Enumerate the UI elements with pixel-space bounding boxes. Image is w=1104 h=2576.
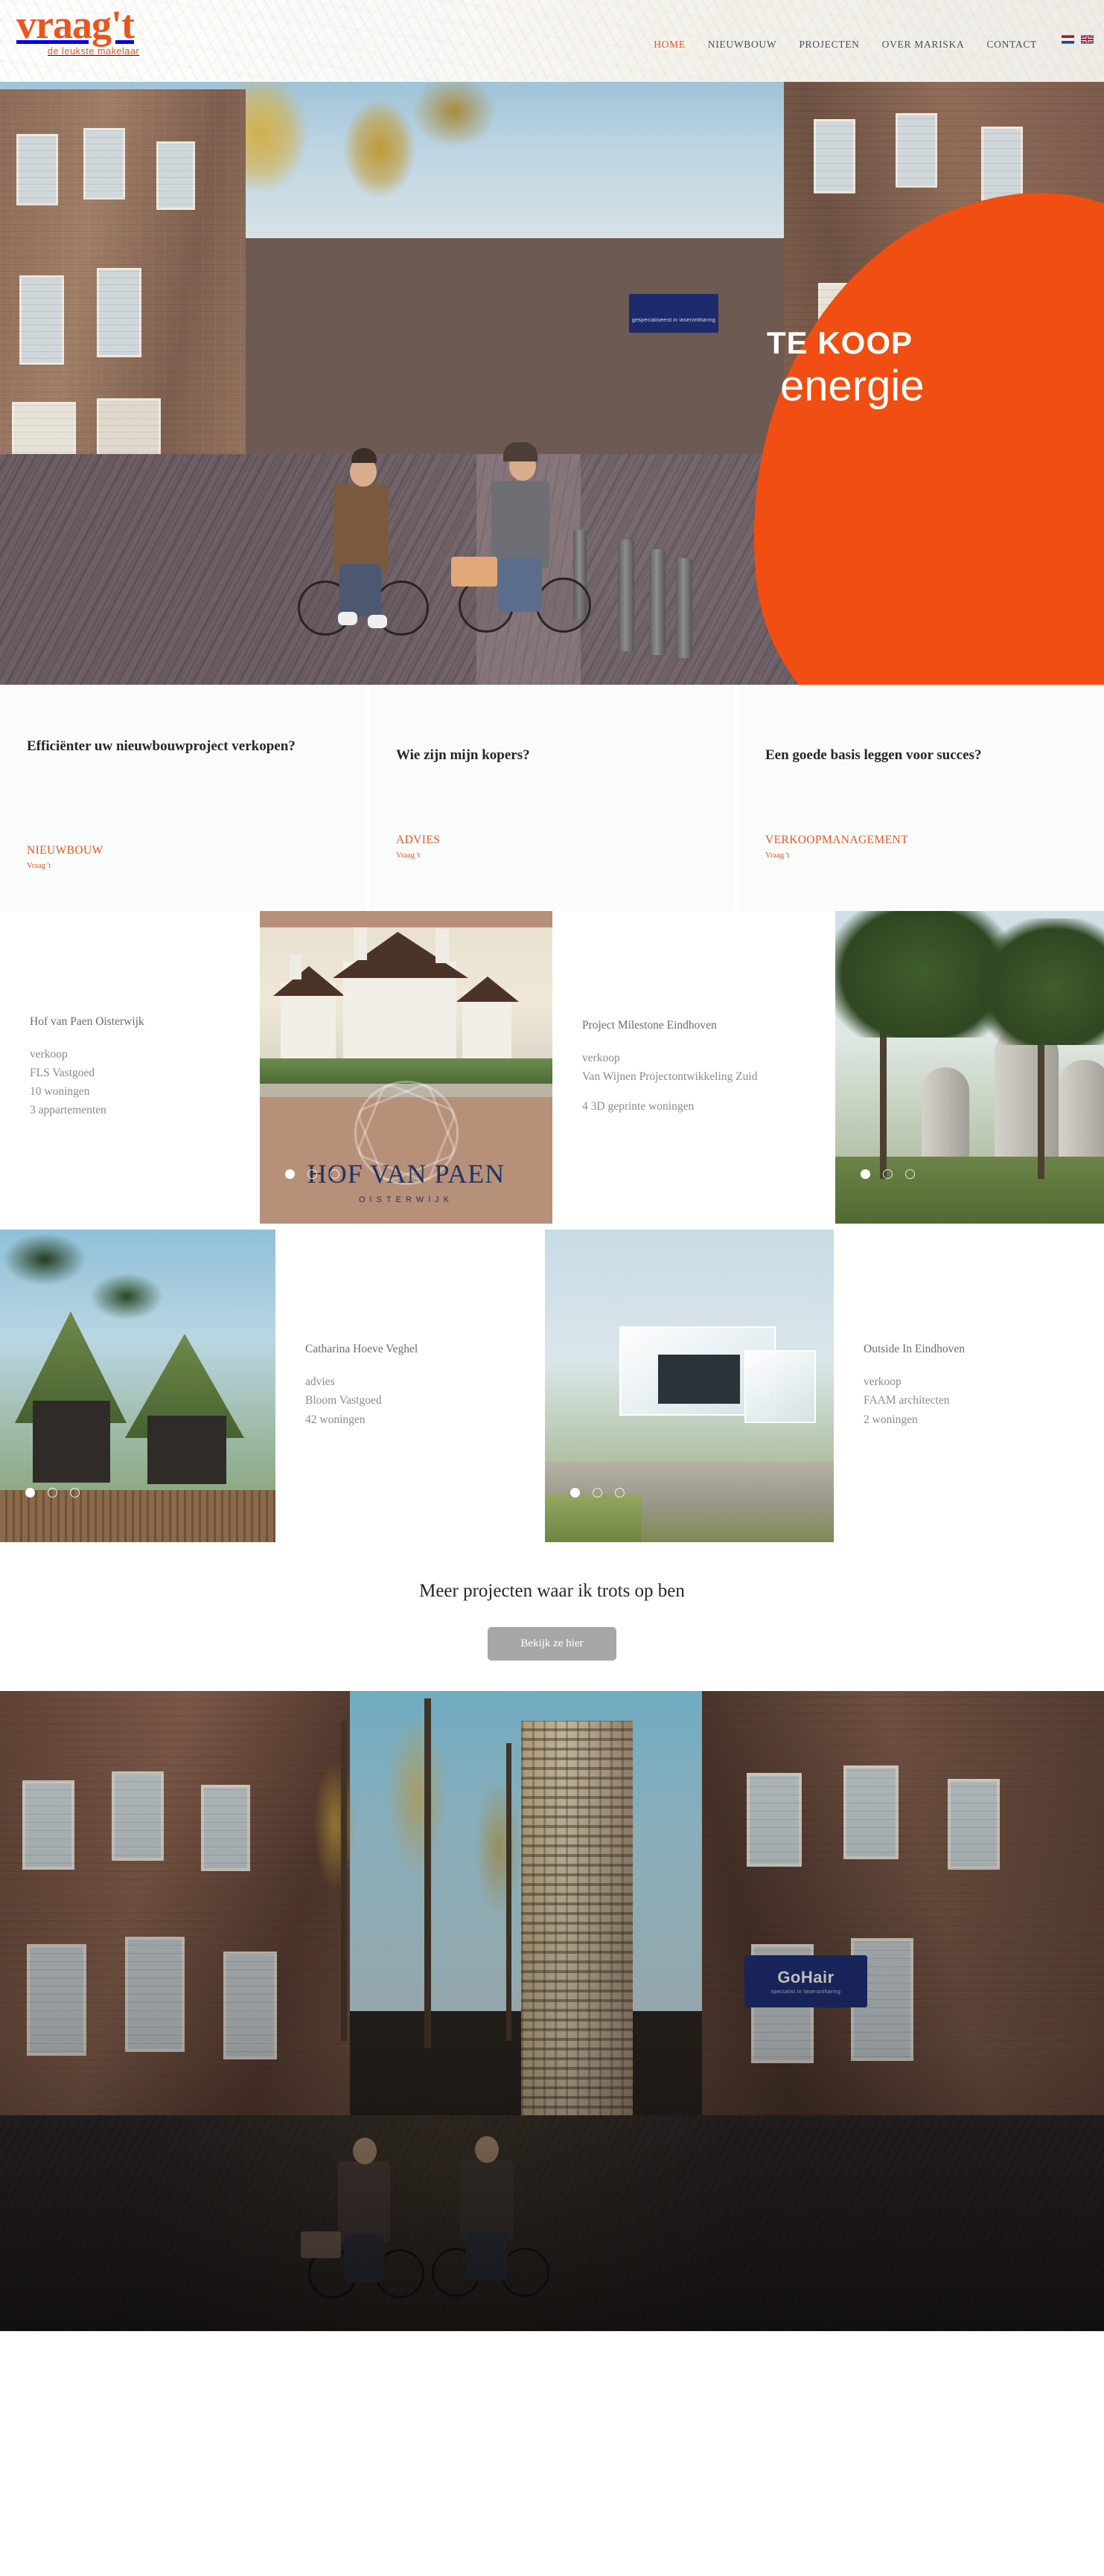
service-card-verkoopmanagement[interactable]: Een goede basis leggen voor succes? VERK… xyxy=(735,685,1104,911)
project-client: Van Wijnen Projectontwikkeling Zuid xyxy=(582,1070,758,1083)
hero-bollard xyxy=(649,549,666,655)
project-image-hof-van-paen[interactable]: HOF VAN PAEN OISTERWIJK xyxy=(260,911,552,1224)
service-card-advies[interactable]: Wie zijn mijn kopers? ADVIES Vraag 't xyxy=(366,685,735,911)
bottom-hero-overlay xyxy=(0,1691,1104,2331)
project-service: verkoop xyxy=(582,1051,620,1064)
project-carousel-dot-2[interactable] xyxy=(48,1488,57,1498)
hero-badge-text: TE KOOP energie xyxy=(767,327,924,408)
projects-row-1: Hof van Paen Oisterwijk verkoop FLS Vast… xyxy=(0,911,1104,1224)
project-image-catharina-hoeve[interactable] xyxy=(0,1230,275,1542)
nav-item-home[interactable]: HOME xyxy=(654,39,686,51)
project-title: Hof van Paen Oisterwijk xyxy=(30,1014,144,1028)
site-logo[interactable]: vraag't de leukste makelaar xyxy=(16,4,139,57)
logo-wordmark: vraag't xyxy=(16,2,135,47)
project-image-outside-in[interactable] xyxy=(545,1230,834,1542)
page-bottom-spacer xyxy=(0,2331,1104,2435)
project-service: advies xyxy=(305,1375,335,1389)
service-subtext: Vraag 't xyxy=(27,862,51,870)
hero-bollard xyxy=(676,558,692,658)
project-carousel-dot-3[interactable] xyxy=(905,1169,915,1179)
service-title: Een goede basis leggen voor succes? xyxy=(765,747,982,763)
hero-carousel: gespecialiseerd in laserontharing TE KOO… xyxy=(0,82,1104,685)
catharina-foliage xyxy=(0,1230,179,1349)
project-carousel-dot-3[interactable] xyxy=(615,1488,625,1498)
project-title: Outside In Eindhoven xyxy=(864,1343,966,1356)
nl-flag-icon[interactable] xyxy=(1062,35,1074,44)
project-carousel-dots-2 xyxy=(861,1169,915,1179)
project-card-outside-in-info[interactable]: Outside In Eindhoven verkoop FAAM archit… xyxy=(834,1230,1104,1542)
main-navigation: HOME NIEUWBOUW PROJECTEN OVER MARISKA CO… xyxy=(654,39,1037,51)
bottom-hero-image: GoHair specialist in laserontharing xyxy=(0,1691,1104,2331)
project-card-hof-van-paen-info[interactable]: Hof van Paen Oisterwijk verkoop FLS Vast… xyxy=(0,911,260,1224)
project-brand-city: OISTERWIJK xyxy=(358,1195,454,1204)
project-client: FLS Vastgoed xyxy=(30,1066,95,1079)
project-title: Project Milestone Eindhoven xyxy=(582,1018,717,1032)
project-carousel-dot-1[interactable] xyxy=(570,1488,580,1498)
project-card-catharina-hoeve-info[interactable]: Catharina Hoeve Veghel advies Bloom Vast… xyxy=(275,1230,545,1542)
hero-badge-title: TE KOOP xyxy=(767,325,913,360)
project-carousel-dots-4 xyxy=(570,1488,625,1498)
service-category-link[interactable]: VERKOOPMANAGEMENT xyxy=(765,834,908,847)
project-carousel-dots-1 xyxy=(285,1169,339,1179)
project-carousel-dot-1[interactable] xyxy=(25,1488,35,1498)
service-card-nieuwbouw[interactable]: Efficiënter uw nieuwbouwproject verkopen… xyxy=(0,685,366,911)
project-render-hof-van-paen xyxy=(260,927,552,1097)
project-image-milestone[interactable] xyxy=(835,911,1104,1224)
service-subtext: Vraag 't xyxy=(396,851,421,860)
hero-left-buildings xyxy=(0,89,246,506)
service-category-link[interactable]: NIEUWBOUW xyxy=(27,844,103,857)
nav-item-over-mariska[interactable]: OVER MARISKA xyxy=(882,39,965,51)
nav-item-projecten[interactable]: PROJECTEN xyxy=(799,39,859,51)
hero-cyclist-left xyxy=(290,394,447,662)
project-card-milestone-info[interactable]: Project Milestone Eindhoven verkoop Van … xyxy=(552,911,835,1224)
hero-bollard xyxy=(618,540,634,651)
logo-tagline: de leukste makelaar xyxy=(48,46,140,57)
project-carousel-dot-1[interactable] xyxy=(861,1169,870,1179)
project-units: 4 3D geprinte woningen xyxy=(582,1100,695,1113)
site-header: vraag't de leukste makelaar HOME NIEUWBO… xyxy=(0,0,1104,82)
project-carousel-dot-2[interactable] xyxy=(593,1488,602,1498)
project-extra: 3 appartementen xyxy=(30,1104,106,1117)
service-subtext: Vraag 't xyxy=(765,851,790,860)
project-carousel-dot-2[interactable] xyxy=(883,1169,893,1179)
language-switcher xyxy=(1062,35,1094,44)
service-category-link[interactable]: ADVIES xyxy=(396,834,440,847)
service-title: Wie zijn mijn kopers? xyxy=(396,747,530,763)
hero-cyclist-right xyxy=(447,386,618,661)
project-carousel-dot-2[interactable] xyxy=(307,1169,317,1179)
project-title: Catharina Hoeve Veghel xyxy=(305,1343,418,1356)
nav-item-contact[interactable]: CONTACT xyxy=(986,39,1037,51)
project-client: Bloom Vastgoed xyxy=(305,1394,382,1407)
project-carousel-dot-1[interactable] xyxy=(285,1169,295,1179)
hero-badge-subtitle: energie xyxy=(780,362,925,410)
project-service: verkoop xyxy=(864,1375,902,1389)
cta-title: Meer projecten waar ik trots op ben xyxy=(419,1581,685,1601)
view-projects-button[interactable]: Bekijk ze hier xyxy=(488,1627,616,1661)
project-client: FAAM architecten xyxy=(864,1394,950,1407)
hero-shop-sign-text: gespecialiseerd in laserontharing xyxy=(631,318,716,323)
project-units: 10 woningen xyxy=(30,1085,90,1098)
nav-item-nieuwbouw[interactable]: NIEUWBOUW xyxy=(708,39,777,51)
projects-cta-section: Meer projecten waar ik trots op ben Beki… xyxy=(0,1542,1104,1691)
projects-row-2: Catharina Hoeve Veghel advies Bloom Vast… xyxy=(0,1230,1104,1542)
project-brand-panel: HOF VAN PAEN OISTERWIJK xyxy=(260,1081,552,1224)
project-carousel-dot-3[interactable] xyxy=(330,1169,339,1179)
project-units: 2 woningen xyxy=(864,1413,918,1426)
services-section: Efficiënter uw nieuwbouwproject verkopen… xyxy=(0,685,1104,911)
hero-shop-sign: gespecialiseerd in laserontharing xyxy=(629,294,718,333)
project-carousel-dots-3 xyxy=(25,1488,80,1498)
projects-grid: Hof van Paen Oisterwijk verkoop FLS Vast… xyxy=(0,911,1104,1542)
project-service: verkoop xyxy=(30,1047,68,1061)
en-flag-icon[interactable] xyxy=(1081,35,1094,44)
service-title: Efficiënter uw nieuwbouwproject verkopen… xyxy=(27,738,296,754)
project-units: 42 woningen xyxy=(305,1413,366,1426)
project-carousel-dot-3[interactable] xyxy=(70,1488,80,1498)
